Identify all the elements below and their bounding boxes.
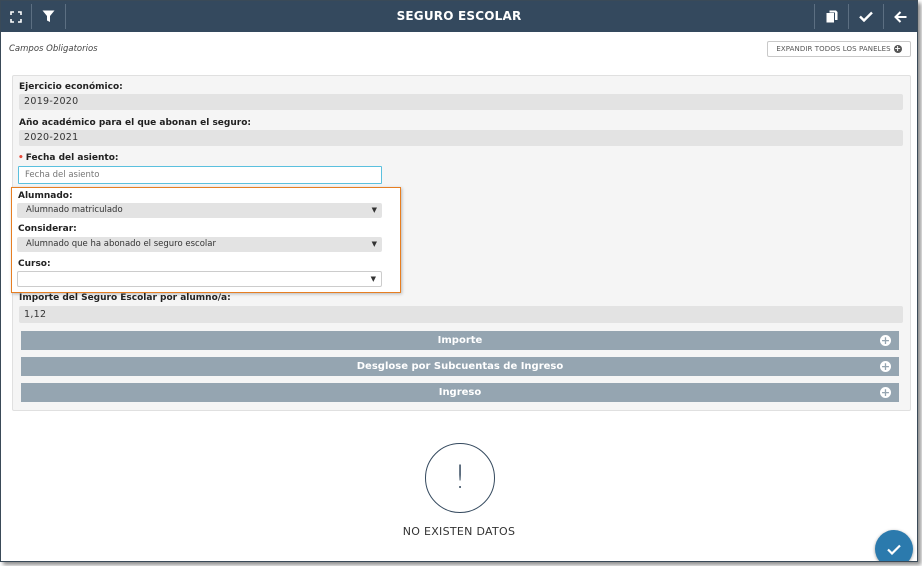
anio-academico-field: 2020-2021	[19, 130, 903, 146]
plus-circle-icon: +	[893, 44, 902, 53]
curso-select[interactable]: ▼	[17, 271, 382, 287]
caret-down-icon: ▼	[370, 275, 376, 283]
section-desglose[interactable]: Desglose por Subcuentas de Ingreso +	[21, 357, 899, 376]
caret-down-icon: ▼	[371, 206, 377, 214]
alumnado-label: Alumnado:	[18, 191, 73, 201]
expand-all-panels-button[interactable]: EXPANDIR TODOS LOS PANELES +	[767, 41, 911, 57]
back-button[interactable]	[884, 1, 917, 32]
section-importe[interactable]: Importe +	[21, 331, 899, 350]
fullscreen-button[interactable]	[1, 1, 31, 32]
plus-circle-icon: +	[880, 334, 891, 347]
alumnado-select[interactable]: Alumnado matriculado ▼	[17, 203, 382, 218]
plus-circle-icon: +	[880, 386, 891, 399]
required-dot: •	[18, 153, 24, 163]
floating-confirm-button[interactable]	[875, 530, 913, 561]
filter-icon	[42, 10, 55, 22]
expand-all-label: EXPANDIR TODOS LOS PANELES	[776, 45, 891, 53]
exclamation-icon: !	[425, 443, 495, 513]
plus-circle-icon: +	[880, 360, 891, 373]
section-ingreso-label: Ingreso	[438, 387, 482, 398]
copy-button[interactable]	[815, 1, 848, 32]
considerar-select[interactable]: Alumnado que ha abonado el seguro escola…	[17, 237, 382, 252]
filter-button[interactable]	[32, 1, 65, 32]
curso-label: Curso:	[18, 259, 51, 269]
fecha-asiento-label-wrap: • Fecha del asiento:	[18, 153, 118, 163]
alumnado-selected: Alumnado matriculado	[26, 205, 123, 215]
empty-state-text: NO EXISTEN DATOS	[402, 525, 516, 538]
ejercicio-field: 2019-2020	[19, 94, 903, 110]
required-fields-note: Campos Obligatorios	[9, 44, 98, 54]
caret-down-icon: ▼	[371, 240, 377, 248]
ejercicio-label: Ejercicio económico:	[19, 82, 123, 92]
section-ingreso[interactable]: Ingreso +	[21, 383, 899, 402]
confirm-button[interactable]	[849, 1, 883, 32]
app-window: SEGURO ESCOLAR Campos Obligatorios EXPAN…	[0, 0, 918, 562]
page-title: SEGURO ESCOLAR	[396, 9, 522, 23]
fullscreen-icon	[10, 10, 22, 23]
top-bar: SEGURO ESCOLAR	[1, 1, 917, 32]
anio-academico-label: Año académico para el que abonan el segu…	[19, 118, 251, 128]
considerar-label: Considerar:	[18, 224, 77, 234]
fecha-asiento-input[interactable]	[18, 166, 382, 184]
considerar-selected: Alumnado que ha abonado el seguro escola…	[26, 239, 216, 249]
importe-seguro-field: 1,12	[19, 306, 903, 323]
check-icon	[859, 11, 873, 22]
fecha-asiento-label: Fecha del asiento:	[25, 153, 119, 163]
copy-icon	[826, 10, 837, 23]
check-icon	[887, 544, 901, 555]
section-importe-label: Importe	[437, 335, 483, 346]
arrow-left-icon	[894, 10, 907, 23]
importe-seguro-label: Importe del Seguro Escolar por alumno/a:	[19, 293, 231, 303]
section-desglose-label: Desglose por Subcuentas de Ingreso	[356, 361, 564, 372]
